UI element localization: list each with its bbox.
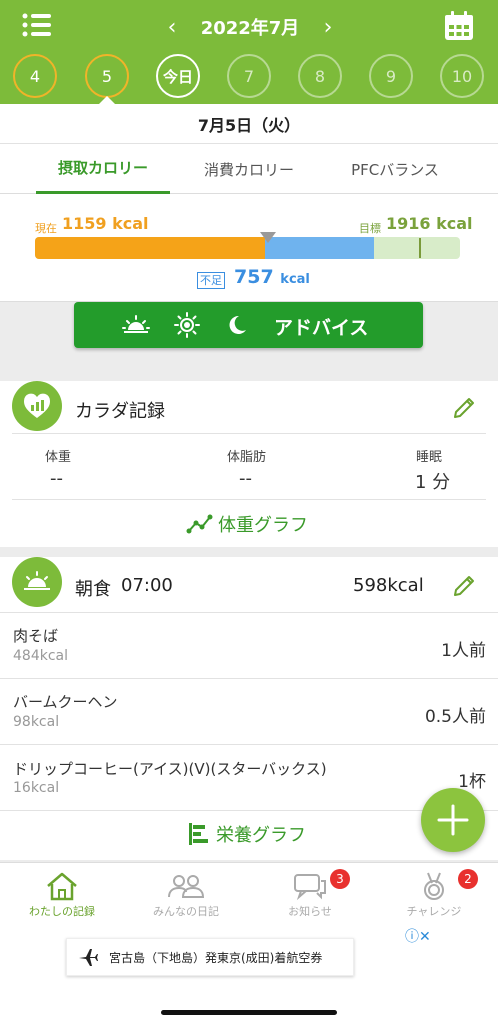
day-selector: 4 5 今日 7 8 9 10 (0, 54, 498, 98)
home-indicator (161, 1010, 337, 1015)
divider (0, 744, 498, 745)
sleep-label: 睡眠 (416, 450, 443, 465)
line-graph-icon (186, 514, 213, 534)
challenge-badge: 2 (458, 869, 478, 889)
month-title: 2022年7月 (200, 18, 300, 39)
current-marker (260, 232, 276, 243)
goal-label: 目標 (359, 222, 381, 235)
medal-icon (424, 872, 444, 900)
meal-total-kcal: 598kcal (353, 575, 424, 596)
shortfall-badge: 不足 (197, 272, 225, 289)
weight-graph-link[interactable]: 体重グラフ (186, 510, 308, 538)
app-header: ‹ 2022年7月 › 4 5 今日 7 8 9 10 (0, 0, 498, 104)
month-navigator: ‹ 2022年7月 › (160, 12, 340, 42)
ad-choices-icon[interactable]: ⓘ✕ (405, 926, 431, 946)
nav-label: わたしの記録 (29, 905, 95, 918)
nav-label: お知らせ (288, 905, 332, 918)
current-kcal: 1159 kcal (62, 214, 149, 233)
shortfall-unit: kcal (280, 272, 310, 287)
next-month-button[interactable]: › (316, 15, 340, 40)
food-amount: 1人前 (441, 641, 486, 661)
edit-breakfast-icon[interactable] (451, 573, 477, 599)
day-8[interactable]: 8 (298, 54, 342, 98)
food-name: ドリップコーヒー(アイス)(V)(スターバックス) (13, 760, 327, 778)
selected-day-pointer (97, 96, 117, 106)
divider (0, 612, 498, 613)
meal-title: 朝食 (75, 579, 111, 600)
day-5[interactable]: 5 (85, 54, 129, 98)
nav-challenge[interactable]: チャレンジ 2 (372, 863, 496, 927)
calorie-summary: 現在 1159 kcal 目標 1916 kcal 不足 757 kcal (0, 194, 498, 302)
weight-graph-label: 体重グラフ (218, 515, 308, 536)
heart-chart-icon (12, 381, 62, 431)
food-kcal: 98kcal (13, 714, 60, 730)
food-amount: 0.5人前 (424, 707, 486, 727)
goal-marker-line (419, 238, 421, 258)
nav-community-diary[interactable]: みんなの日記 (124, 863, 248, 927)
food-kcal: 484kcal (13, 648, 68, 664)
sunrise-meal-icon (12, 557, 62, 607)
chat-bubbles-icon (294, 874, 326, 901)
weight-label: 体重 (45, 450, 72, 465)
calorie-tabs: 摂取カロリー 消費カロリー PFCバランス (0, 144, 498, 194)
day-today[interactable]: 今日 (156, 54, 200, 98)
selected-date-bar: 7月5日（火） (0, 104, 498, 144)
day-9[interactable]: 9 (369, 54, 413, 98)
nutrition-graph-label: 栄養グラフ (216, 825, 306, 846)
bottom-navigation: わたしの記録 みんなの日記 お知らせ 3 チャレンジ 2 (0, 862, 498, 926)
bar-graph-icon (189, 823, 208, 845)
shortfall-value: 757 kcal (234, 266, 310, 288)
eaten-fill (35, 237, 265, 259)
divider (12, 433, 486, 434)
calendar-icon[interactable] (443, 11, 475, 41)
tab-pfc-balance[interactable]: PFCバランス (328, 144, 462, 194)
sleep-value: 1 分 (415, 472, 451, 493)
prev-month-button[interactable]: ‹ (160, 15, 184, 40)
add-button[interactable] (421, 788, 485, 852)
body-fat-value: -- (239, 468, 252, 489)
ad-banner-area: ⓘ✕ 宮古島（下地島）発東京(成田)着航空券 (0, 926, 498, 1024)
selected-date: 7月5日（火） (197, 115, 301, 135)
divider (12, 499, 486, 500)
goal-kcal: 1916 kcal (386, 214, 473, 233)
day-10[interactable]: 10 (440, 54, 484, 98)
food-name: 肉そば (13, 627, 59, 645)
ad-text: 宮古島（下地島）発東京(成田)着航空券 (109, 950, 323, 965)
body-fat-label: 体脂肪 (227, 450, 267, 465)
day-4[interactable]: 4 (13, 54, 57, 98)
meal-time: 07:00 (121, 575, 173, 596)
shortfall-number: 757 (234, 266, 274, 288)
food-kcal: 16kcal (13, 780, 60, 796)
food-name: バームクーヘン (13, 693, 118, 711)
advice-label: アドバイス (274, 317, 369, 339)
sun-icon (174, 312, 200, 338)
edit-body-record-icon[interactable] (451, 395, 477, 421)
weight-value: -- (50, 468, 63, 489)
home-icon (47, 872, 77, 901)
nav-label: みんなの日記 (153, 905, 219, 918)
plus-icon (437, 804, 469, 836)
nav-notifications[interactable]: お知らせ 3 (248, 863, 372, 927)
tab-intake-calories[interactable]: 摂取カロリー (36, 144, 170, 194)
remaining-fill (265, 237, 374, 259)
calorie-progress-bar (35, 237, 460, 259)
tab-burned-calories[interactable]: 消費カロリー (182, 144, 316, 194)
nav-my-record[interactable]: わたしの記録 (0, 863, 124, 927)
day-7[interactable]: 7 (227, 54, 271, 98)
notification-badge: 3 (330, 869, 350, 889)
airplane-icon (79, 949, 98, 966)
people-icon (168, 875, 205, 898)
sunrise-icon (122, 315, 150, 333)
current-label: 現在 (35, 222, 57, 235)
body-record-title: カラダ記録 (75, 401, 165, 422)
divider (0, 678, 498, 679)
moon-icon (229, 315, 246, 334)
advice-button[interactable]: アドバイス (74, 302, 423, 348)
menu-icon[interactable] (22, 12, 52, 38)
nav-label: チャレンジ (406, 905, 462, 918)
nutrition-graph-link[interactable]: 栄養グラフ (188, 820, 306, 848)
ad-banner[interactable]: 宮古島（下地島）発東京(成田)着航空券 (66, 938, 354, 976)
